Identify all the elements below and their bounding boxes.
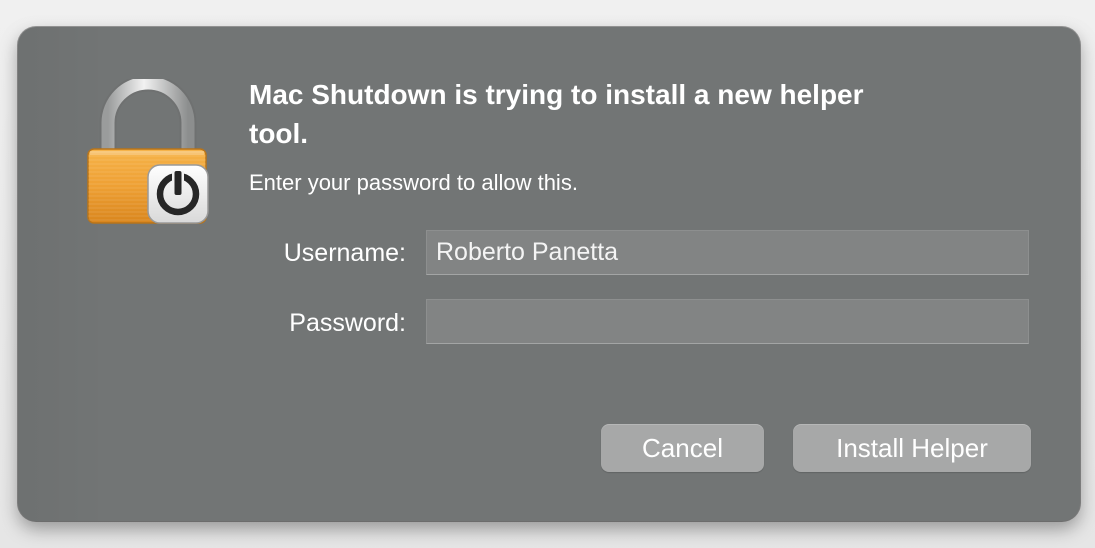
cancel-button[interactable]: Cancel [601,424,764,472]
username-field[interactable] [426,230,1029,275]
dialog-message: Enter your password to allow this. [249,170,578,195]
lock-with-power-badge-icon [86,74,210,229]
install-helper-button[interactable]: Install Helper [793,424,1031,472]
authorization-dialog: Mac Shutdown is trying to install a new … [18,27,1080,521]
password-field[interactable] [426,299,1029,344]
username-label: Username: [283,239,406,267]
dialog-title: Mac Shutdown is trying to install a new … [249,79,864,149]
password-label: Password: [289,309,406,337]
